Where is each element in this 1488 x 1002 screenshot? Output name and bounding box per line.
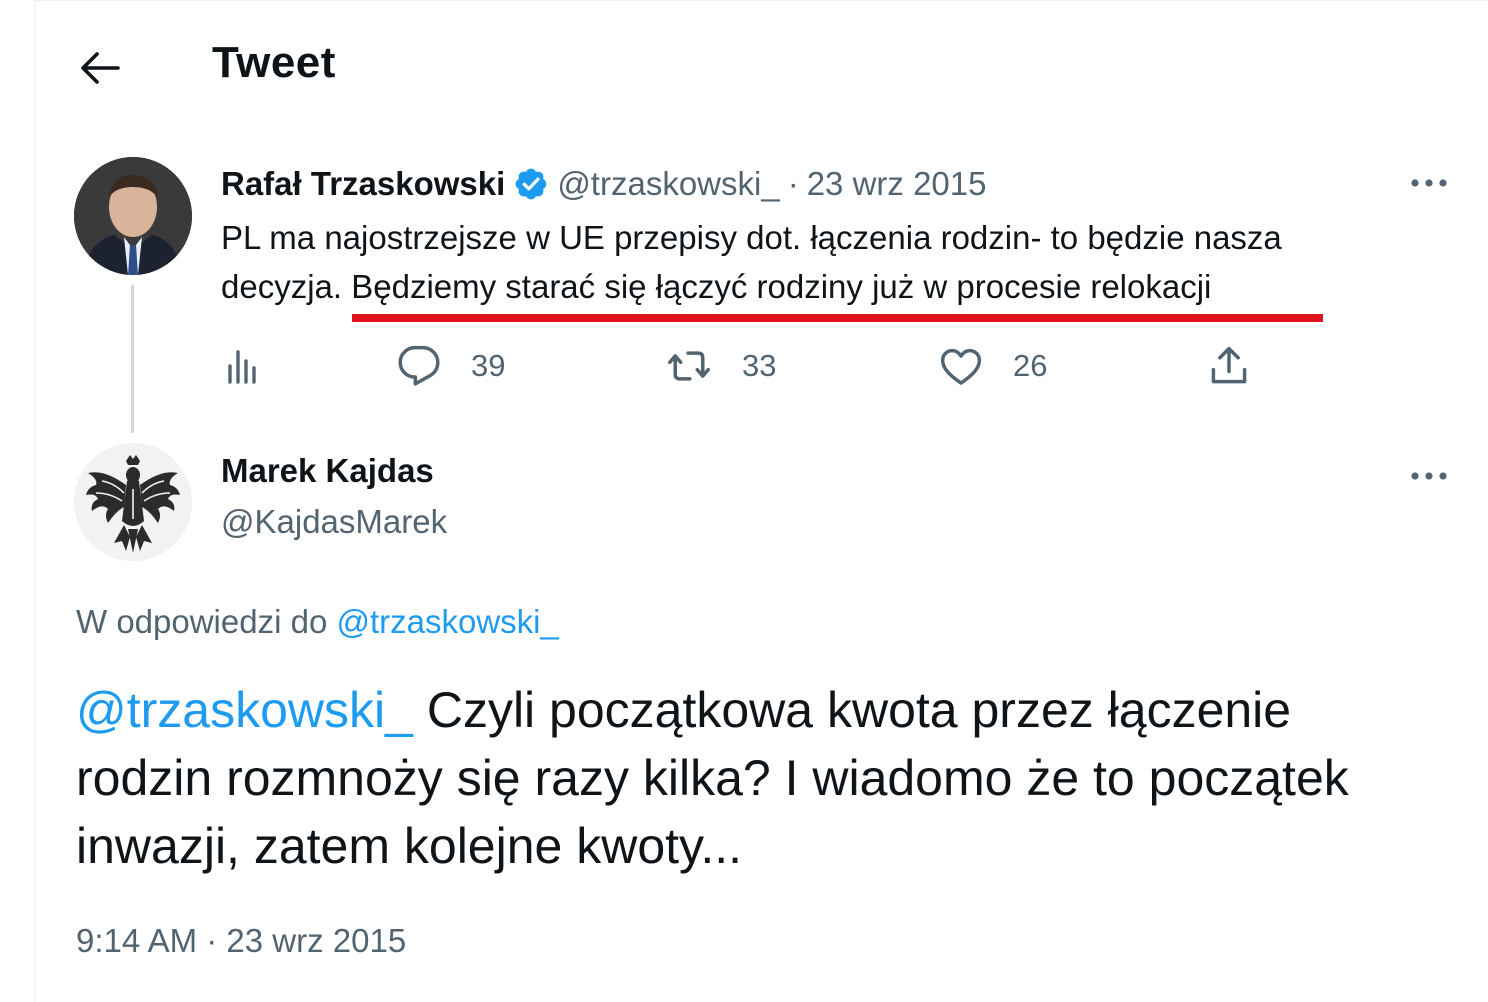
red-highlight-underline bbox=[352, 314, 1323, 322]
reply-bubble-icon bbox=[398, 345, 440, 386]
separator-dot: · bbox=[197, 922, 227, 959]
reply-to-label: W odpowiedzi do bbox=[76, 603, 337, 640]
author-handle[interactable]: @trzaskowski_ bbox=[557, 165, 779, 203]
retweet-icon bbox=[668, 351, 710, 381]
views-button[interactable] bbox=[224, 338, 264, 394]
share-button[interactable] bbox=[1207, 338, 1251, 394]
arrow-left-icon bbox=[81, 52, 120, 84]
back-button[interactable] bbox=[76, 44, 124, 92]
tweet-actions-bar: 39 33 26 bbox=[0, 338, 1488, 394]
reply-count: 39 bbox=[471, 348, 506, 383]
share-upload-icon bbox=[1211, 346, 1247, 384]
more-options-button[interactable] bbox=[1405, 461, 1453, 491]
tweet-date[interactable]: 23 wrz 2015 bbox=[807, 165, 987, 203]
reply-timestamp[interactable]: 9:14 AM · 23 wrz 2015 bbox=[76, 922, 406, 960]
analytics-icon bbox=[228, 350, 256, 384]
reply-context: W odpowiedzi do @trzaskowski_ bbox=[76, 603, 559, 641]
heart-icon bbox=[940, 348, 982, 385]
eagle-emblem-icon bbox=[74, 443, 192, 561]
more-horizontal-icon bbox=[1411, 472, 1447, 480]
separator-dot: · bbox=[787, 165, 799, 202]
reply-author-name[interactable]: Marek Kajdas bbox=[221, 452, 434, 490]
page-header: Tweet bbox=[0, 0, 1488, 130]
retweet-button[interactable]: 33 bbox=[666, 338, 776, 394]
like-count: 26 bbox=[1013, 348, 1048, 383]
tweet-text-highlighted: Będziemy starać się łączyć rodziny już w… bbox=[351, 268, 1212, 305]
retweet-count: 33 bbox=[742, 348, 777, 383]
more-horizontal-icon bbox=[1411, 179, 1447, 187]
mention-link[interactable]: @trzaskowski_ bbox=[76, 682, 413, 738]
like-button[interactable]: 26 bbox=[939, 338, 1047, 394]
reply-date: 23 wrz 2015 bbox=[226, 922, 407, 959]
reply-to-handle-link[interactable]: @trzaskowski_ bbox=[336, 603, 558, 640]
more-options-button[interactable] bbox=[1405, 168, 1453, 198]
avatar[interactable] bbox=[74, 443, 192, 561]
author-name[interactable]: Rafał Trzaskowski bbox=[221, 165, 505, 203]
avatar[interactable] bbox=[74, 157, 192, 275]
page-title: Tweet bbox=[212, 38, 336, 87]
tweet-header: Rafał Trzaskowski @trzaskowski_ · 23 wrz… bbox=[221, 162, 986, 206]
reply-button[interactable]: 39 bbox=[397, 338, 505, 394]
reply-text: @trzaskowski_ Czyli początkowa kwota prz… bbox=[76, 676, 1436, 880]
profile-photo-icon bbox=[74, 157, 192, 275]
verified-badge-icon bbox=[513, 166, 549, 202]
tweet-text: PL ma najostrzejsze w UE przepisy dot. ł… bbox=[221, 213, 1401, 311]
reply-time: 9:14 AM bbox=[76, 922, 198, 959]
reply-author-handle[interactable]: @KajdasMarek bbox=[221, 503, 447, 541]
